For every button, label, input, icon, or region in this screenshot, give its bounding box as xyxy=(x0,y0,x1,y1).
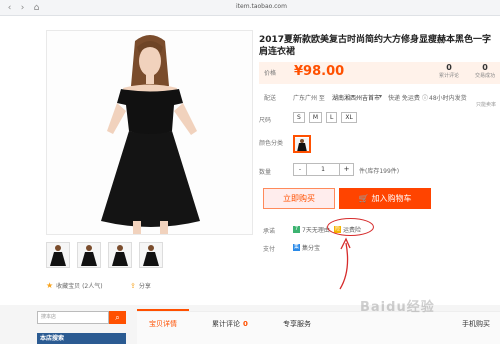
jifenbao-icon: 集 xyxy=(293,244,300,251)
browser-toolbar: ‹ › ⌂ item.taobao.com xyxy=(0,0,500,16)
review-label: 累计评论 xyxy=(438,73,459,79)
quantity-increment-button[interactable]: + xyxy=(340,163,354,176)
chevron-down-icon: ▾ xyxy=(379,93,383,100)
payment-method-label: 集分宝 xyxy=(302,245,321,252)
shipping-express: 快递 免运费 xyxy=(388,95,420,102)
seven-day-icon: 7 xyxy=(293,226,300,233)
search-icon[interactable]: ⌕ xyxy=(109,311,126,324)
quantity-input[interactable]: 1 xyxy=(307,163,340,176)
shipping-destination-select[interactable]: 湖南湘西州吉首市 xyxy=(332,93,380,102)
thumbnail[interactable] xyxy=(108,242,132,268)
buy-now-button[interactable]: 立即购买 xyxy=(263,188,335,209)
url-bar[interactable]: item.taobao.com xyxy=(236,3,287,10)
color-label: 颜色分类 xyxy=(259,140,284,147)
size-label: 尺码 xyxy=(259,117,272,124)
sales-count: 0 xyxy=(482,63,488,72)
payment-method[interactable]: 集 集分宝 xyxy=(293,243,320,252)
cart-icon: 🛒 xyxy=(358,194,369,203)
size-option-l[interactable]: L xyxy=(326,112,338,123)
page: ‹ › ⌂ item.taobao.com ★ 收藏宝贝 (2人气) ⇪ 分享 … xyxy=(0,0,500,344)
tab-details[interactable]: 宝贝详情 xyxy=(149,319,177,329)
watermark: Baidu经验 xyxy=(360,300,435,315)
share-label: 分享 xyxy=(138,283,151,290)
size-options: S M L XL xyxy=(293,112,357,123)
tab-services[interactable]: 专享服务 xyxy=(283,319,311,329)
share-button[interactable]: ⇪ 分享 xyxy=(130,281,151,291)
model-black-dress-image xyxy=(47,31,252,234)
forward-icon[interactable]: › xyxy=(17,2,28,13)
info-icon: ⓘ xyxy=(422,95,429,102)
shipping-dispatch: 48小时内发货 xyxy=(429,95,467,102)
add-to-cart-label: 加入购物车 xyxy=(371,194,412,203)
sales-stat: 0 交易成功 xyxy=(470,63,500,79)
tab-active-indicator xyxy=(137,309,189,311)
tab-mobile-buy[interactable]: 手机购买 xyxy=(462,319,490,329)
add-to-cart-button[interactable]: 🛒 加入购物车 xyxy=(339,188,431,209)
size-option-xl[interactable]: XL xyxy=(341,112,357,123)
shipping-from: 广东广州 至 xyxy=(293,95,325,102)
thumbnail[interactable] xyxy=(46,242,70,268)
shipping-label: 配送 xyxy=(264,95,277,102)
tab-reviews-label: 累计评论 xyxy=(212,320,240,328)
promise-label: 承诺 xyxy=(263,228,276,235)
stock-text: 件(库存199件) xyxy=(359,168,400,175)
shop-search-input[interactable]: 搜本店 xyxy=(37,311,109,324)
product-title: 2017夏新款欧美复古时尚简约大方修身显瘦赫本黑色一字肩连衣裙 xyxy=(259,35,492,57)
price-value: ¥98.00 xyxy=(294,64,345,79)
thumbnail[interactable] xyxy=(77,242,101,268)
shop-panel-title: 本店搜索 xyxy=(37,333,126,344)
favorite-button[interactable]: ★ 收藏宝贝 (2人气) xyxy=(46,281,103,290)
review-count: 0 xyxy=(446,63,452,72)
size-option-s[interactable]: S xyxy=(293,112,305,123)
annotation-arrow xyxy=(339,237,351,290)
product-main-image[interactable] xyxy=(47,31,252,234)
tab-reviews-count: 0 xyxy=(243,320,248,328)
star-icon: ★ xyxy=(46,281,54,290)
price-label: 价格 xyxy=(264,70,277,77)
side-tag: 只能卖率 xyxy=(476,102,497,108)
detail-tabs: 宝贝详情 累计评论 0 专享服务 手机购买 xyxy=(137,311,500,344)
home-icon[interactable]: ⌂ xyxy=(31,2,42,13)
size-option-m[interactable]: M xyxy=(308,112,322,123)
thumbnail[interactable] xyxy=(139,242,163,268)
thumbnail-strip xyxy=(46,242,163,268)
color-swatch-black[interactable] xyxy=(293,135,311,153)
tab-reviews[interactable]: 累计评论 0 xyxy=(212,319,248,329)
quantity-decrement-button[interactable]: - xyxy=(293,163,307,176)
payment-label: 支付 xyxy=(263,246,276,253)
review-stat[interactable]: 0 累计评论 xyxy=(434,63,464,79)
favorite-label: 收藏宝贝 (2人气) xyxy=(56,283,103,290)
shipping-row: 配送 广东广州 至 湖南湘西州吉首市 ▾ 快递 免运费 ⓘ 48小时内发货 xyxy=(259,93,500,103)
share-icon: ⇪ xyxy=(130,281,136,290)
price-box: 价格 ¥98.00 0 累计评论 0 交易成功 xyxy=(259,62,500,84)
sales-label: 交易成功 xyxy=(474,73,495,79)
quantity-label: 数量 xyxy=(259,169,272,176)
back-icon[interactable]: ‹ xyxy=(4,2,15,13)
